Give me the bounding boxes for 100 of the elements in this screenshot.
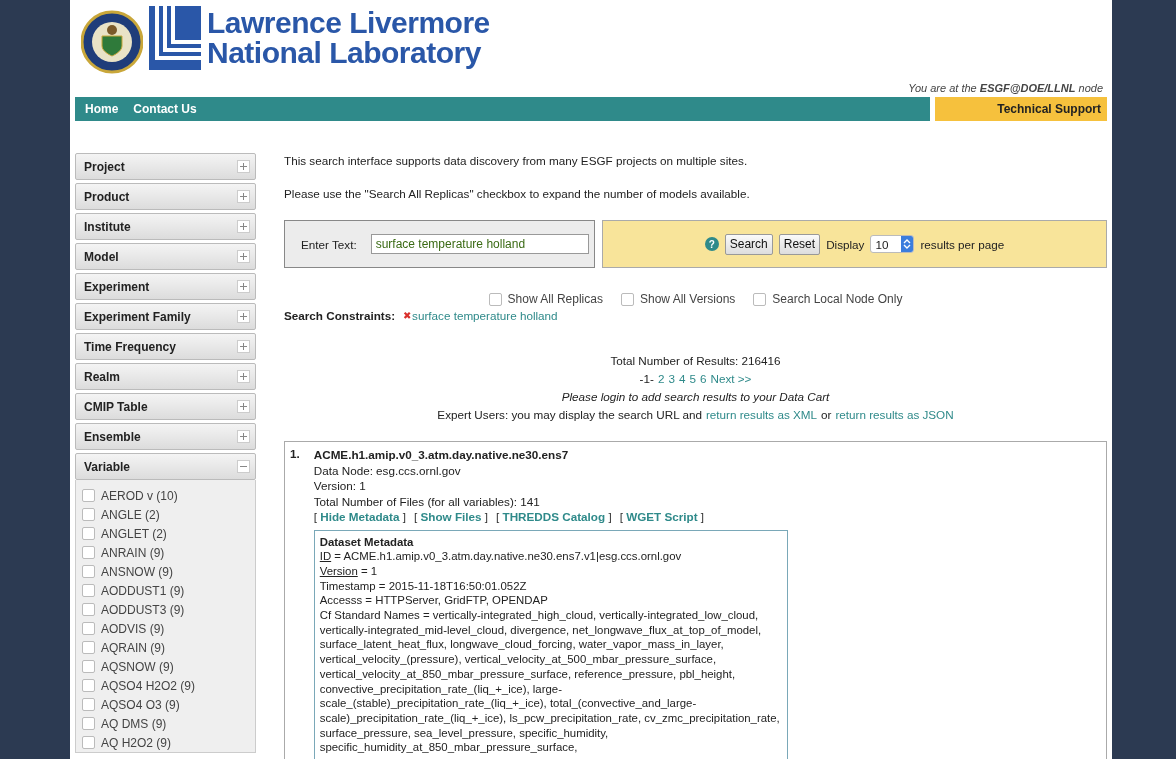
facet-label: Experiment Family	[84, 309, 191, 324]
checkbox[interactable]	[488, 292, 502, 306]
checkbox[interactable]	[82, 603, 95, 616]
intro-text: This search interface supports data discovery from many ESGF projects on multiple sites.	[284, 154, 749, 167]
current-page: -1-	[639, 371, 654, 387]
metadata-field: ID = ACME.h1.amip.v0_3.atm.day.native.ne30.ens7.v1|esg.ccs.ornl.gov	[319, 549, 782, 564]
facet-option-label: ANSNOW (9)	[101, 564, 173, 579]
expand-icon[interactable]	[237, 340, 250, 353]
facet-header[interactable]: Ensemble	[75, 423, 256, 450]
expand-icon[interactable]	[237, 220, 250, 233]
facet-option-label: AODDUST1 (9)	[101, 583, 185, 598]
facet-label: Model	[84, 249, 119, 264]
facet-option-label: AQRAIN (9)	[101, 640, 165, 655]
technical-support-link[interactable]: Technical Support	[935, 97, 1107, 121]
expand-icon[interactable]	[237, 190, 250, 203]
checkbox[interactable]	[82, 622, 95, 635]
result-number: 1.	[290, 447, 300, 462]
checkbox[interactable]	[82, 660, 95, 673]
checkbox[interactable]	[620, 292, 634, 306]
stepper-arrows-icon	[903, 238, 912, 250]
metadata-field: Cf Standard Names = vertically-integrated_high_cloud, vertically-integrated_low_cloud, vertically-integrated_mid-level_cloud, divergence, net_longwave_flux_at_top_of_model, surface_latent_heat_flux, longwave_cloud_forcing, water_vapor_mass_in_layer, vertical_velocity_(pressure), vertical_velocity_at_500_mbar_pressure_surface, vertical_velocity_at_850_mbar_pressure_surface, reference_pressure, pbl_height, convective_precipitation_rate_(liq_+_ice), large-scale_(stable)_precipitation_rate_(liq_+_ice), total_(convective_and_large-scale)_precipitation_rate_(liq_+_ice), ls_pcw_precipitation_rate, cv_zmc_precipitation_rate, surface_pressure, sea_level_pressure, specific_humidity, specific_humidity_at_850_mbar_pressure_surface,	[319, 608, 782, 756]
facet-option-label: ANGLE (2)	[101, 507, 160, 522]
connector-text: or	[821, 407, 832, 423]
facet-option-label: AQ H2O2 (9)	[101, 735, 172, 750]
nav-link[interactable]: Home	[85, 102, 119, 116]
metadata-field: Timestamp = 2015-11-18T16:50:01.052Z	[319, 578, 782, 594]
xml-link[interactable]: return results as XML	[705, 406, 818, 424]
action-button[interactable]: Reset	[778, 233, 821, 255]
page-link[interactable]: 4	[678, 370, 686, 388]
dataset-link[interactable]: Show Files	[420, 510, 482, 523]
option-label: Search Local Node Only	[772, 292, 903, 306]
facet-header[interactable]: Experiment Family	[75, 303, 256, 330]
expand-icon[interactable]	[237, 280, 250, 293]
checkbox[interactable]	[82, 698, 95, 711]
dataset-info: Data Node: esg.ccs.ornl.gov	[313, 462, 462, 478]
facet-header[interactable]: Model	[75, 243, 256, 270]
facet-header[interactable]: Institute	[75, 213, 256, 240]
bracket-text: ]	[608, 510, 612, 523]
remove-icon[interactable]: ✖	[403, 310, 412, 321]
expand-icon[interactable]	[237, 160, 250, 173]
expand-icon[interactable]	[237, 250, 250, 263]
per-page-select[interactable]: 10	[870, 235, 915, 253]
checkbox[interactable]	[82, 679, 95, 692]
facet-label: CMIP Table	[84, 399, 148, 414]
action-button[interactable]: Search	[724, 233, 773, 255]
page-link[interactable]: 6	[699, 370, 707, 388]
checkbox[interactable]	[82, 508, 95, 521]
lab-title: Lawrence Livermore	[207, 8, 490, 38]
facet-option-label: AEROD v (10)	[101, 488, 178, 503]
facet-header[interactable]: CMIP Table	[75, 393, 256, 420]
checkbox[interactable]	[82, 717, 95, 730]
facet-option-label: AQSNOW (9)	[101, 659, 174, 674]
facet-header[interactable]: Project	[75, 153, 256, 180]
checkbox[interactable]	[82, 565, 95, 578]
expert-text: Expert Users: you may display the search URL and	[437, 407, 702, 423]
dataset-link[interactable]: WGET Script	[626, 510, 698, 523]
facet-header[interactable]: Product	[75, 183, 256, 210]
facet-header[interactable]: Realm	[75, 363, 256, 390]
checkbox[interactable]	[82, 736, 95, 749]
help-icon[interactable]: ?	[704, 237, 719, 251]
facet-label: Realm	[84, 369, 121, 384]
expand-icon[interactable]	[237, 430, 250, 443]
checkbox[interactable]	[82, 641, 95, 654]
lab-title: National Laboratory	[207, 38, 482, 68]
bracket-text: [	[496, 510, 500, 523]
facet-option-label: AQSO4 O3 (9)	[101, 697, 180, 712]
node-note: You are at the ESGF@DOE/LLNL node	[907, 81, 1104, 96]
per-page-label: results per page	[920, 237, 1005, 251]
intro-text: Please use the "Search All Replicas" checkbox to expand the number of models available.	[284, 187, 751, 200]
dataset-link[interactable]: THREDDS Catalog	[502, 510, 606, 523]
facet-header[interactable]: Experiment	[75, 273, 256, 300]
collapse-icon[interactable]	[237, 460, 250, 473]
field-label: Enter Text:	[301, 237, 357, 251]
facet-option-label: AODDUST3 (9)	[101, 602, 185, 617]
option-label: Show All Replicas	[507, 292, 603, 306]
facet-header[interactable]: Variable	[75, 453, 256, 480]
nav-link[interactable]: Contact Us	[133, 102, 197, 116]
checkbox[interactable]	[82, 584, 95, 597]
json-link[interactable]: return results as JSON	[835, 406, 954, 424]
checkbox[interactable]	[82, 489, 95, 502]
bracket-text: [	[414, 510, 418, 523]
expand-icon[interactable]	[237, 370, 250, 383]
expand-icon[interactable]	[237, 310, 250, 323]
facet-label: Project	[84, 159, 125, 174]
checkbox[interactable]	[82, 546, 95, 559]
constraint-link[interactable]: surface temperature holland	[412, 309, 558, 322]
checkbox[interactable]	[82, 527, 95, 540]
facet-header[interactable]: Time Frequency	[75, 333, 256, 360]
bracket-text: [	[619, 510, 623, 523]
option-label: Show All Versions	[639, 292, 736, 306]
page-link[interactable]: 5	[689, 370, 696, 388]
page-link[interactable]: 3	[668, 370, 675, 388]
page-link[interactable]: 2	[657, 370, 665, 388]
expand-icon[interactable]	[237, 400, 250, 413]
facet-option-label: ANGLET (2)	[101, 526, 167, 541]
facet-label: Variable	[84, 459, 131, 474]
search-text-field[interactable]: surface temperature holland	[370, 234, 589, 254]
page-link[interactable]: Next >>	[710, 370, 752, 388]
dataset-link[interactable]: Hide Metadata	[320, 510, 400, 523]
checkbox[interactable]	[753, 292, 767, 306]
